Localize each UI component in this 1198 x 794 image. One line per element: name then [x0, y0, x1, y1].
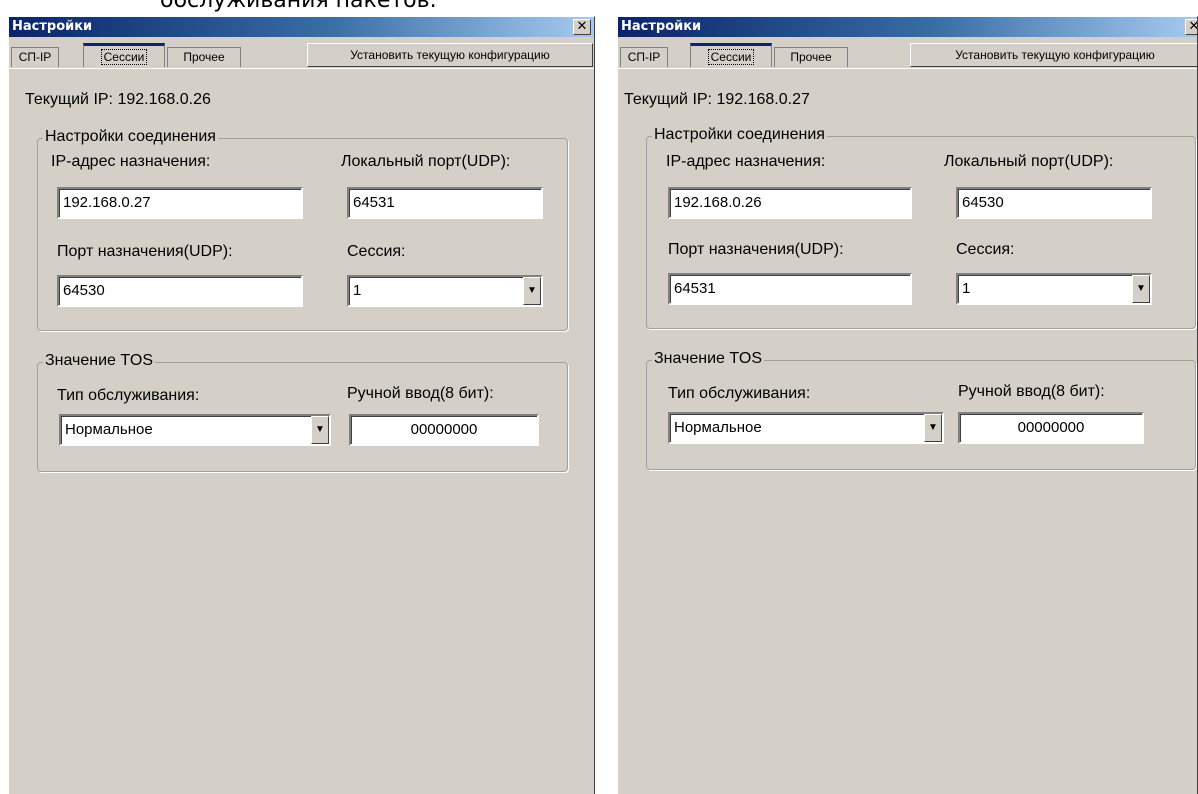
session-select[interactable]: 1 ▼ — [956, 273, 1152, 305]
title-bar[interactable]: Настройки ✕ — [9, 17, 594, 37]
close-button[interactable]: ✕ — [1185, 19, 1197, 35]
close-button[interactable]: ✕ — [573, 19, 591, 35]
chevron-down-icon[interactable]: ▼ — [311, 416, 329, 444]
dest-ip-input[interactable]: 192.168.0.26 — [668, 187, 912, 219]
apply-config-button[interactable]: Установить текущую конфигурацию — [910, 43, 1197, 67]
manual-tos-input[interactable]: 00000000 — [958, 412, 1144, 444]
current-ip-label: Текущий IP: 192.168.0.26 — [25, 91, 211, 108]
tab-other[interactable]: Прочее — [774, 47, 848, 67]
tab-sp-ip[interactable]: СП-IP — [11, 47, 59, 67]
tab-other[interactable]: Прочее — [167, 47, 241, 67]
service-type-label: Тип обслуживания: — [57, 387, 200, 404]
tab-sp-ip[interactable]: СП-IP — [620, 47, 668, 67]
manual-input-label: Ручной ввод(8 бит): — [347, 385, 494, 402]
chevron-down-icon[interactable]: ▼ — [924, 414, 942, 442]
current-ip-label: Текущий IP: 192.168.0.27 — [624, 91, 810, 108]
group-title: Настройки соединения — [652, 126, 827, 144]
service-type-label: Тип обслуживания: — [668, 385, 811, 402]
dest-port-input[interactable]: 64531 — [668, 273, 912, 305]
local-port-label: Локальный порт(UDP): — [944, 153, 1114, 170]
chevron-down-icon[interactable]: ▼ — [1132, 275, 1150, 303]
local-port-input[interactable]: 64531 — [347, 187, 543, 219]
dest-ip-input[interactable]: 192.168.0.27 — [57, 187, 303, 219]
manual-tos-input[interactable]: 00000000 — [349, 414, 539, 446]
dest-port-label: Порт назначения(UDP): — [668, 241, 844, 258]
settings-window-right: Настройки ✕ СП-IP Сессии Прочее Установи… — [617, 16, 1198, 794]
service-type-select[interactable]: Нормальное ▼ — [59, 414, 331, 446]
window-title: Настройки — [621, 19, 702, 34]
title-bar[interactable]: Настройки ✕ — [618, 17, 1197, 37]
caption-text: обслуживания пакетов. — [160, 0, 437, 13]
dest-port-label: Порт назначения(UDP): — [57, 243, 233, 260]
session-label: Сессия: — [347, 243, 406, 260]
group-title: Настройки соединения — [43, 128, 218, 146]
dest-ip-label: IP-адрес назначения: — [666, 153, 826, 170]
window-title: Настройки — [12, 19, 93, 34]
group-title: Значение TOS — [652, 350, 764, 368]
service-type-select[interactable]: Нормальное ▼ — [668, 412, 944, 444]
apply-config-button[interactable]: Установить текущую конфигурацию — [307, 43, 593, 67]
local-port-input[interactable]: 64530 — [956, 187, 1152, 219]
tab-sessions[interactable]: Сессии — [690, 43, 772, 67]
session-select[interactable]: 1 ▼ — [347, 275, 543, 307]
group-title: Значение TOS — [43, 352, 155, 370]
tab-sessions[interactable]: Сессии — [83, 43, 165, 67]
local-port-label: Локальный порт(UDP): — [341, 153, 511, 170]
settings-window-left: Настройки ✕ СП-IP Сессии Прочее Установи… — [8, 16, 595, 794]
manual-input-label: Ручной ввод(8 бит): — [958, 383, 1105, 400]
dest-ip-label: IP-адрес назначения: — [51, 153, 211, 170]
dest-port-input[interactable]: 64530 — [57, 275, 303, 307]
chevron-down-icon[interactable]: ▼ — [523, 277, 541, 305]
session-label: Сессия: — [956, 241, 1015, 258]
